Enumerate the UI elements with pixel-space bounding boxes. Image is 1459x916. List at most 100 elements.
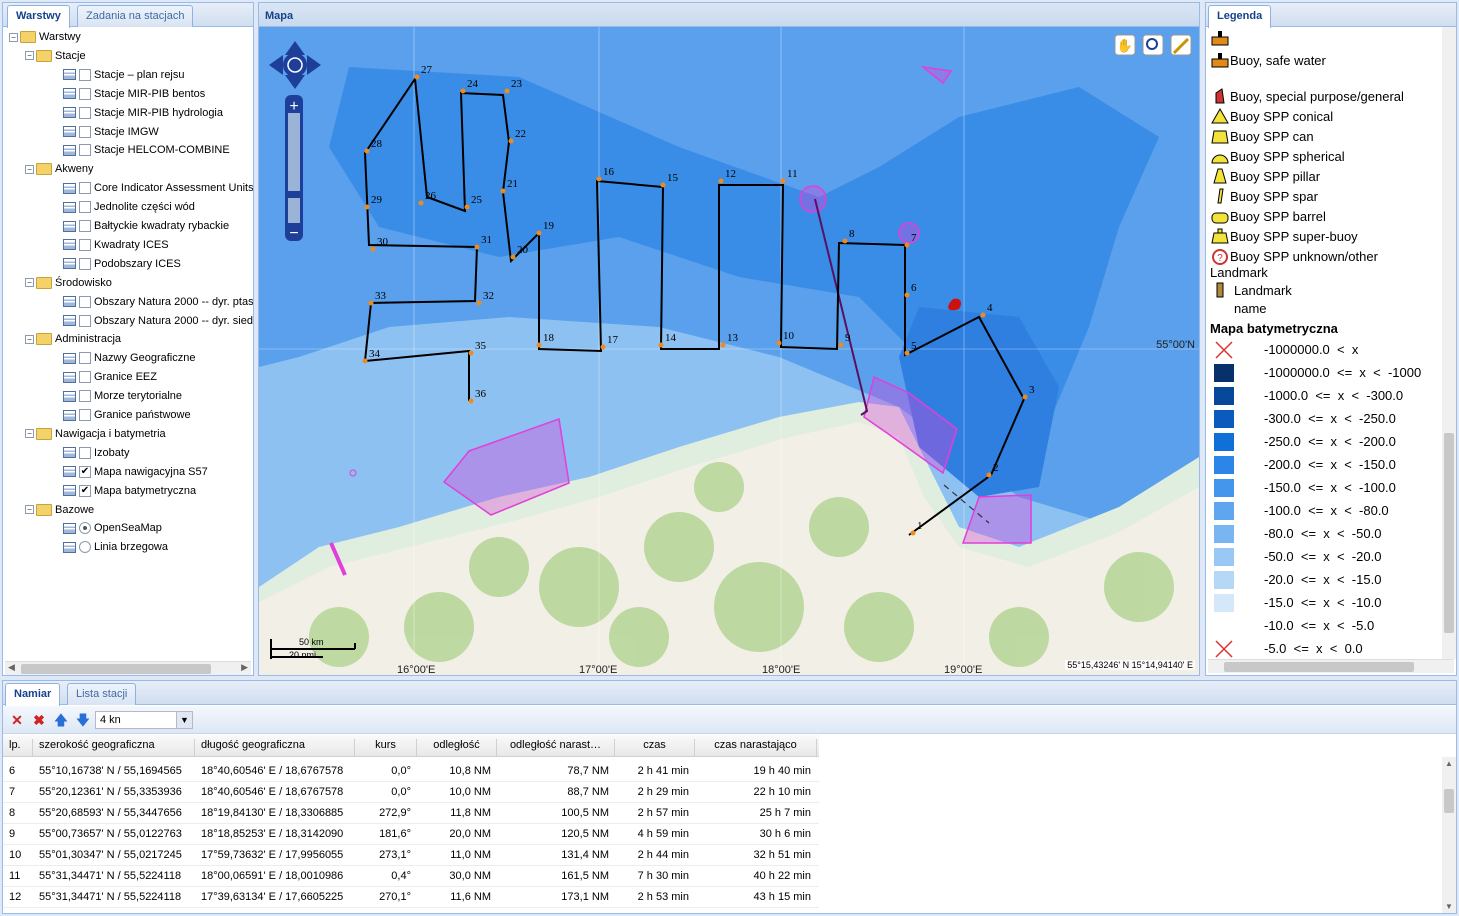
station-marker[interactable] bbox=[904, 242, 910, 248]
layer-checkbox[interactable] bbox=[79, 371, 91, 384]
tree-layer-item[interactable]: Nazwy Geograficzne bbox=[41, 349, 196, 367]
chevron-down-icon[interactable]: ▼ bbox=[176, 712, 192, 728]
station-marker[interactable] bbox=[368, 300, 374, 306]
tree-layer-item[interactable]: Kwadraty ICES bbox=[41, 236, 169, 254]
table-row[interactable]: 7 55°20,12361' N / 55,3353936 18°40,60546'… bbox=[3, 782, 819, 803]
layer-checkbox[interactable] bbox=[79, 257, 91, 270]
station-marker[interactable] bbox=[838, 342, 844, 348]
tree-folder[interactable]: − Nawigacja i batymetria bbox=[25, 425, 166, 443]
delete-icon[interactable]: ✕ bbox=[9, 712, 25, 728]
collapse-toggle-icon[interactable]: − bbox=[9, 32, 18, 42]
tree-folder[interactable]: − Warstwy bbox=[9, 29, 81, 46]
collapse-toggle-icon[interactable]: − bbox=[25, 334, 34, 344]
tree-layer-item[interactable]: Core Indicator Assessment Units H bbox=[41, 179, 253, 197]
station-marker[interactable] bbox=[718, 178, 724, 184]
table-row[interactable]: 6 55°10,16738' N / 55,1694565 18°40,60546'… bbox=[3, 761, 819, 782]
station-marker[interactable] bbox=[904, 350, 910, 356]
move-down-icon[interactable]: 🡇 bbox=[75, 712, 91, 728]
station-marker[interactable] bbox=[468, 350, 474, 356]
tab-warstwy[interactable]: Warstwy bbox=[7, 5, 70, 28]
collapse-toggle-icon[interactable]: − bbox=[25, 505, 34, 514]
layer-checkbox[interactable] bbox=[79, 87, 91, 100]
table-row[interactable]: 9 55°00,73657' N / 55,0122763 18°18,85253'… bbox=[3, 824, 819, 845]
tab-namiar[interactable]: Namiar bbox=[5, 683, 61, 706]
layer-checkbox[interactable] bbox=[79, 68, 91, 81]
tab-lista-stacji[interactable]: Lista stacji bbox=[67, 683, 137, 705]
tree-layer-item[interactable]: Granice EEZ bbox=[41, 368, 157, 386]
map-canvas[interactable]: 1234567891011121314151617181920212223242… bbox=[259, 27, 1199, 675]
collapse-toggle-icon[interactable]: − bbox=[25, 278, 34, 288]
table-row[interactable]: 11 55°31,34471' N / 55,5224118 18°00,06591… bbox=[3, 866, 819, 887]
column-header[interactable]: szerokość geograficzna bbox=[33, 739, 195, 757]
station-marker[interactable] bbox=[364, 148, 370, 154]
move-up-icon[interactable]: 🡅 bbox=[53, 712, 69, 728]
layer-checkbox[interactable] bbox=[79, 390, 91, 403]
station-marker[interactable] bbox=[600, 344, 606, 350]
tree-layer-item[interactable]: Stacje HELCOM-COMBINE bbox=[41, 141, 230, 159]
tree-layer-item[interactable]: Granice państwowe bbox=[41, 406, 191, 424]
tree-layer-item[interactable]: Podobszary ICES bbox=[41, 255, 181, 273]
station-marker[interactable] bbox=[1022, 394, 1028, 400]
tree-folder[interactable]: − Administracja bbox=[25, 330, 121, 348]
collapse-toggle-icon[interactable]: − bbox=[25, 164, 34, 174]
delete-all-icon[interactable]: ✖ bbox=[31, 712, 47, 728]
column-header[interactable]: czas bbox=[615, 739, 695, 757]
tree-layer-item[interactable]: Obszary Natura 2000 -- dyr. ptasia bbox=[41, 293, 253, 311]
column-header[interactable]: odległość bbox=[417, 739, 497, 757]
layer-checkbox[interactable] bbox=[79, 220, 91, 232]
station-marker[interactable] bbox=[776, 340, 782, 346]
tree-layer-item[interactable]: Stacje IMGW bbox=[41, 123, 159, 141]
tree-layer-item[interactable]: Stacje – plan rejsu bbox=[41, 66, 185, 84]
layer-checkbox[interactable]: ✔ bbox=[79, 484, 91, 497]
station-marker[interactable] bbox=[658, 342, 664, 348]
layer-checkbox[interactable]: ✔ bbox=[79, 465, 91, 478]
layer-radio[interactable] bbox=[79, 541, 91, 554]
column-header[interactable]: odległość narast… bbox=[497, 739, 615, 757]
tree-layer-item[interactable]: OpenSeaMap bbox=[41, 519, 162, 537]
tree-folder[interactable]: − Środowisko bbox=[25, 274, 112, 292]
station-marker[interactable] bbox=[468, 398, 474, 404]
collapse-toggle-icon[interactable]: − bbox=[25, 429, 34, 439]
tree-layer-item[interactable]: Stacje MIR-PIB bentos bbox=[41, 85, 205, 103]
station-marker[interactable] bbox=[986, 472, 992, 478]
grid-vscrollbar[interactable]: ▲ ▼ bbox=[1442, 757, 1456, 913]
station-marker[interactable] bbox=[660, 182, 666, 188]
tree-layer-item[interactable]: Bałtyckie kwadraty rybackie bbox=[41, 217, 229, 235]
tab-zadania[interactable]: Zadania na stacjach bbox=[77, 5, 194, 27]
tree-layer-item[interactable]: Stacje MIR-PIB hydrologia bbox=[41, 104, 223, 122]
station-marker[interactable] bbox=[476, 300, 482, 306]
legend-vscrollbar[interactable] bbox=[1442, 27, 1456, 659]
station-marker[interactable] bbox=[536, 230, 542, 236]
layer-radio[interactable] bbox=[79, 522, 91, 535]
speed-select[interactable]: 4 kn ▼ bbox=[95, 711, 193, 729]
tree-layer-item[interactable]: ✔ Mapa batymetryczna bbox=[41, 482, 196, 500]
station-marker[interactable] bbox=[414, 74, 420, 80]
station-marker[interactable] bbox=[842, 238, 848, 244]
station-marker[interactable] bbox=[500, 188, 506, 194]
layer-checkbox[interactable] bbox=[79, 201, 91, 214]
station-marker[interactable] bbox=[720, 342, 726, 348]
station-marker[interactable] bbox=[536, 342, 542, 348]
station-marker[interactable] bbox=[596, 176, 602, 182]
station-marker[interactable] bbox=[464, 204, 470, 210]
layer-checkbox[interactable] bbox=[79, 238, 91, 251]
table-row[interactable]: 10 55°01,30347' N / 55,0217245 17°59,73632… bbox=[3, 845, 819, 866]
tree-layer-item[interactable]: ✔ Mapa nawigacyjna S57 bbox=[41, 463, 208, 481]
station-marker[interactable] bbox=[508, 138, 514, 144]
station-marker[interactable] bbox=[910, 530, 916, 536]
station-marker[interactable] bbox=[504, 88, 510, 94]
station-marker[interactable] bbox=[474, 244, 480, 250]
column-header[interactable]: lp. bbox=[3, 739, 33, 757]
collapse-toggle-icon[interactable]: − bbox=[25, 51, 34, 61]
layer-checkbox[interactable] bbox=[79, 352, 91, 365]
tree-layer-item[interactable]: Jednolite części wód bbox=[41, 198, 195, 216]
tree-layer-item[interactable]: Morze terytorialne bbox=[41, 387, 182, 405]
station-marker[interactable] bbox=[904, 292, 910, 298]
station-marker[interactable] bbox=[510, 254, 516, 260]
station-marker[interactable] bbox=[370, 246, 376, 252]
tree-layer-item[interactable]: Linia brzegowa bbox=[41, 538, 168, 556]
tree-folder[interactable]: − Akweny bbox=[25, 160, 94, 178]
layer-checkbox[interactable] bbox=[79, 295, 91, 308]
tree-layer-item[interactable]: Izobaty bbox=[41, 444, 129, 462]
layer-checkbox[interactable] bbox=[79, 314, 91, 327]
